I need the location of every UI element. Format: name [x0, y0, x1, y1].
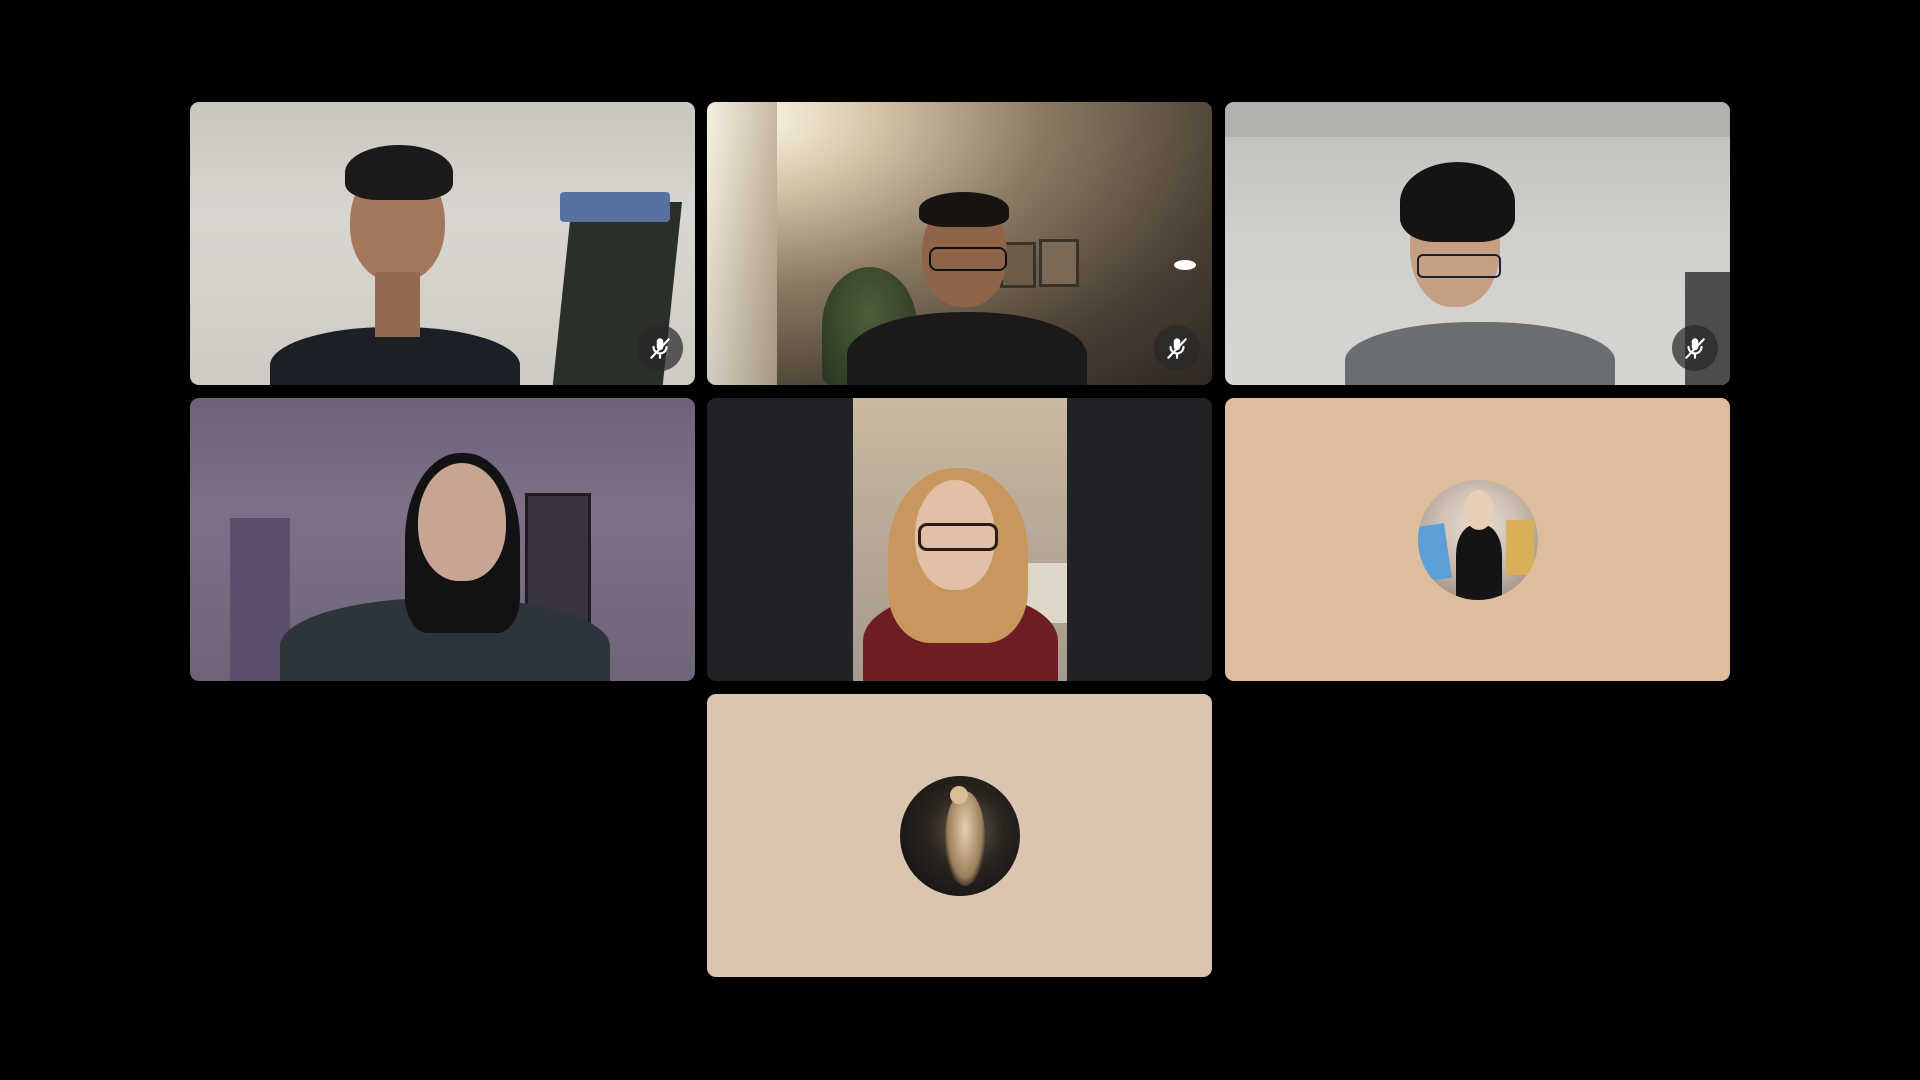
profile-photo-avatar — [899, 775, 1020, 896]
participant-tile-4[interactable] — [190, 398, 695, 681]
mic-off-icon — [637, 325, 683, 371]
participant-video-4 — [190, 398, 695, 681]
profile-photo-avatar — [1417, 479, 1538, 600]
participant-video-3 — [1225, 102, 1730, 385]
participant-video-5 — [707, 398, 1212, 681]
participant-video-1 — [190, 102, 695, 385]
participant-tile-2[interactable] — [707, 102, 1212, 385]
participant-tile-6[interactable] — [1225, 398, 1730, 681]
participant-tile-5[interactable] — [707, 398, 1212, 681]
mic-off-icon — [1672, 325, 1718, 371]
participant-tile-7[interactable] — [707, 694, 1212, 977]
mic-off-icon — [1154, 325, 1200, 371]
video-call-grid — [0, 0, 1920, 1080]
participant-tile-1[interactable] — [190, 102, 695, 385]
participant-video-2 — [707, 102, 1212, 385]
participant-tile-3[interactable] — [1225, 102, 1730, 385]
